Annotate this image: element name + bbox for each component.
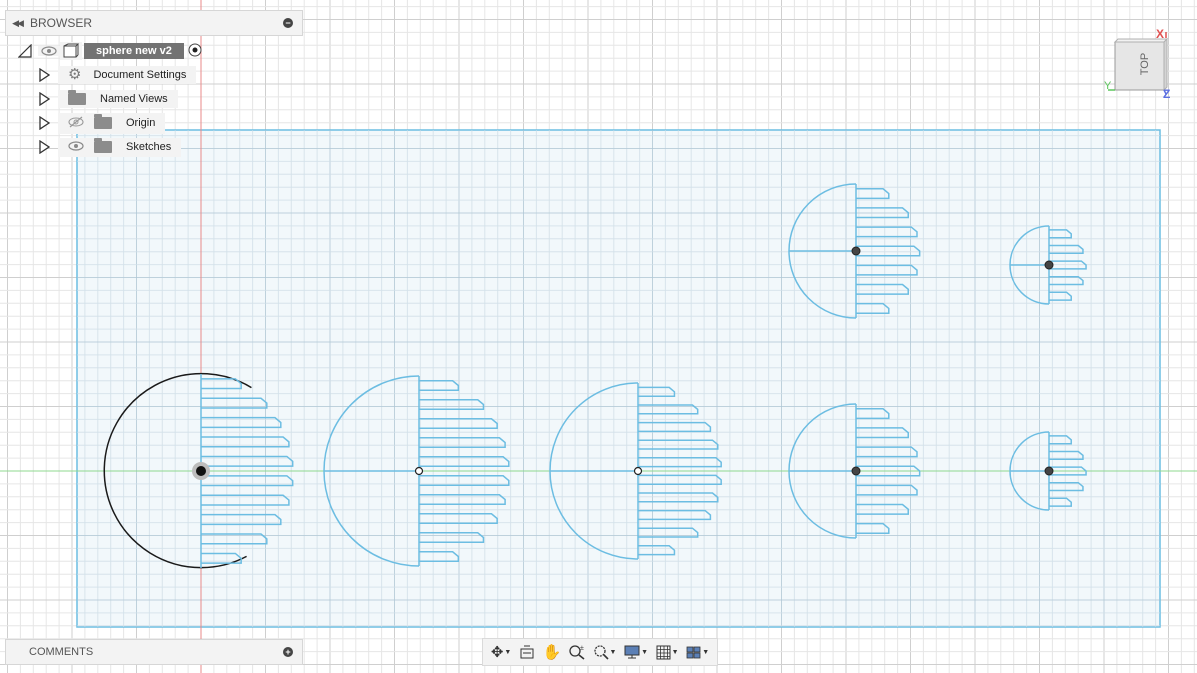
expand-triangle-icon[interactable] <box>38 92 50 106</box>
root-component-name[interactable]: sphere new v2 <box>84 43 184 59</box>
axis-y-label: Y <box>1104 80 1112 92</box>
add-comment-icon[interactable]: + <box>283 647 293 657</box>
browser-item-origin[interactable]: Origin <box>38 112 166 134</box>
display-settings-icon[interactable]: ▼ <box>624 645 648 659</box>
comments-panel[interactable]: COMMENTS + <box>5 639 303 665</box>
browser-item-document-settings[interactable]: ⚙ Document Settings <box>38 65 197 85</box>
collapse-panel-icon[interactable]: ◀◀ <box>6 18 28 29</box>
browser-item-sketches[interactable]: Sketches <box>38 137 182 157</box>
expanded-triangle-icon[interactable] <box>18 44 32 58</box>
sketch-point[interactable] <box>851 246 861 256</box>
folder-icon <box>94 138 112 153</box>
eye-icon[interactable] <box>38 46 60 56</box>
sketch-point[interactable] <box>851 466 861 476</box>
eye-icon[interactable] <box>68 140 84 154</box>
origin-point[interactable] <box>196 466 206 476</box>
zoom-icon[interactable]: ± <box>569 644 585 660</box>
expand-triangle-icon[interactable] <box>38 68 50 82</box>
browser-root-item[interactable]: sphere new v2 <box>18 41 202 61</box>
expand-triangle-icon[interactable] <box>38 140 50 154</box>
sketch-point[interactable] <box>414 466 424 476</box>
folder-icon <box>68 90 86 105</box>
sketch-point[interactable] <box>633 466 643 476</box>
viewcube-face-label[interactable]: TOP <box>1139 53 1151 75</box>
navigation-toolbar: ✥ ▼ ✋ ± ▼ ▼ ▼ ▼ <box>482 638 718 666</box>
sketch-canvas[interactable] <box>0 0 1197 673</box>
item-label: Document Settings <box>93 69 187 81</box>
browser-title: BROWSER <box>30 16 93 30</box>
orbit-icon[interactable]: ✥ ▼ <box>491 643 512 661</box>
viewports-icon[interactable]: ▼ <box>686 646 709 659</box>
pan-icon[interactable]: ✋ <box>543 643 562 661</box>
expand-triangle-icon[interactable] <box>38 116 50 130</box>
sketch-point[interactable] <box>1044 466 1054 476</box>
comments-title: COMMENTS <box>29 646 94 658</box>
browser-item-named-views[interactable]: Named Views <box>38 89 178 109</box>
grid-settings-icon[interactable]: ▼ <box>656 645 679 660</box>
gear-icon: ⚙ <box>68 66 82 83</box>
component-icon <box>60 42 82 60</box>
fit-icon[interactable]: ▼ <box>593 644 616 660</box>
browser-minimize-icon[interactable]: − <box>283 18 293 28</box>
item-label: Named Views <box>100 93 168 105</box>
item-label: Sketches <box>126 141 172 153</box>
folder-icon <box>94 114 112 129</box>
browser-panel-header: ◀◀ BROWSER − <box>5 10 303 36</box>
activate-radio-icon[interactable] <box>188 43 202 60</box>
look-at-icon[interactable] <box>519 645 535 659</box>
svg-text:±: ± <box>580 645 584 652</box>
axis-x-label: X <box>1156 27 1165 41</box>
viewcube[interactable]: TOP X Y Z <box>1104 27 1174 102</box>
sketch-point[interactable] <box>1044 260 1054 270</box>
axis-z-label: Z <box>1163 87 1171 101</box>
hidden-eye-icon[interactable] <box>68 116 84 131</box>
item-label: Origin <box>126 117 156 129</box>
